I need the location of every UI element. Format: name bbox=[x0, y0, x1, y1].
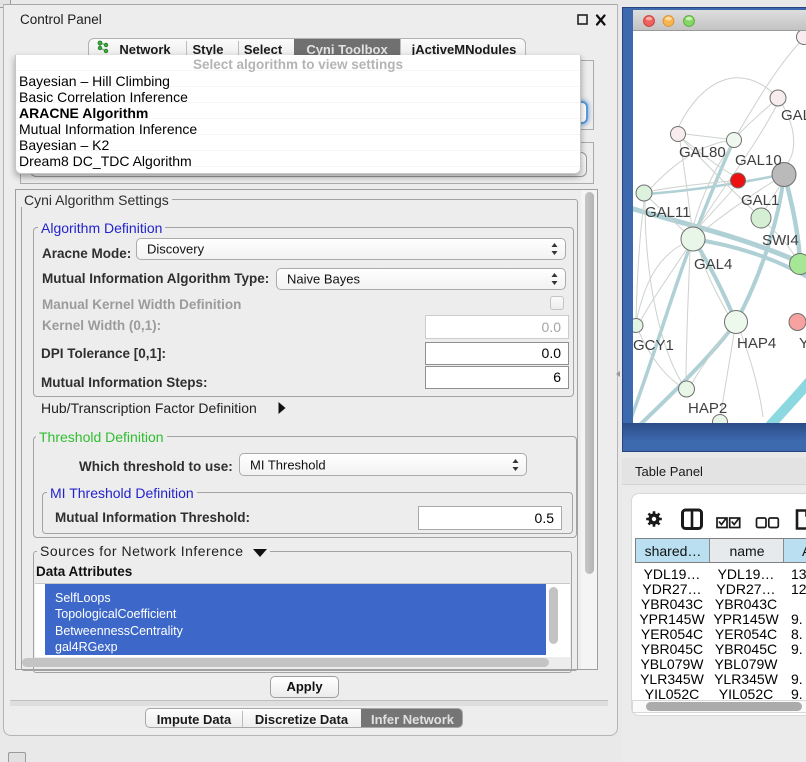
svg-text:GCY1: GCY1 bbox=[633, 337, 674, 354]
svg-text:GAL10: GAL10 bbox=[735, 152, 782, 169]
svg-text:GAL80: GAL80 bbox=[679, 144, 726, 161]
svg-text:GAL4: GAL4 bbox=[694, 256, 732, 273]
svg-text:HAP4: HAP4 bbox=[737, 335, 776, 352]
svg-text:GAL1: GAL1 bbox=[741, 192, 779, 209]
svg-text:GAL11: GAL11 bbox=[645, 204, 691, 221]
svg-text:Y: Y bbox=[799, 335, 806, 352]
svg-text:HAP2: HAP2 bbox=[688, 400, 727, 417]
svg-text:SWI4: SWI4 bbox=[762, 232, 799, 249]
svg-text:GAL: GAL bbox=[781, 107, 806, 124]
